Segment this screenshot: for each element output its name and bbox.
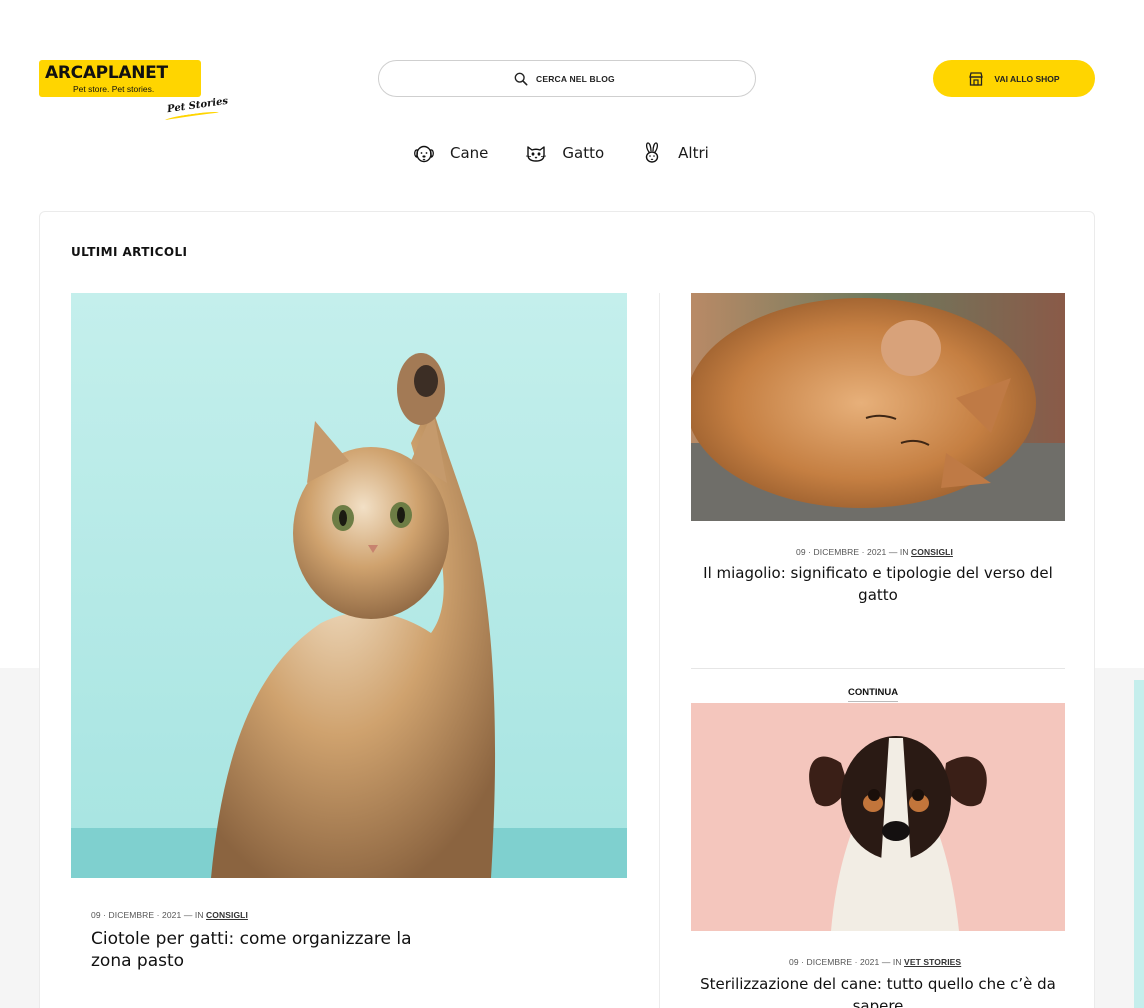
decorative-strip [1134,680,1144,1008]
article-image-sleeping-cat[interactable] [691,293,1065,521]
nav-label-altri: Altri [678,144,709,162]
rabbit-icon [645,142,659,163]
go-to-shop-button[interactable]: VAI ALLO SHOP [933,60,1095,97]
article-date: 09 · DICEMBRE · 2021 [91,910,182,920]
article-title[interactable]: Il miagolio: significato e tipologie del… [700,562,1056,606]
cat-icon [526,146,547,162]
article-image-kitten[interactable] [71,293,627,878]
article-category-link[interactable]: VET STORIES [904,957,961,967]
shop-button-label: VAI ALLO SHOP [994,73,1060,84]
search-icon [514,72,528,85]
article-in: — IN [183,910,204,920]
shop-icon [969,71,984,86]
section-title: ULTIMI ARTICOLI [71,245,188,259]
search-input[interactable] [536,73,620,84]
article-date: 09 · DICEMBRE · 2021 [796,547,887,557]
article-title[interactable]: Ciotole per gatti: come organizzare la z… [91,928,431,972]
continua-button[interactable]: CONTINUA [848,687,899,702]
nav-label-gatto: Gatto [562,144,605,162]
logo-brand: ARCAPLANET [45,63,168,83]
article-meta: 09 · DICEMBRE · 2021 — IN CONSIGLI [91,910,248,920]
blog-search[interactable] [378,60,756,97]
dog-icon [414,145,434,163]
logo-tagline: Pet store. Pet stories. [73,84,155,94]
article-date: 09 · DICEMBRE · 2021 [789,957,880,967]
article-title[interactable]: Sterilizzazione del cane: tutto quello c… [700,973,1056,1008]
article-meta: 09 · DICEMBRE · 2021 — IN VET STORIES [789,957,961,967]
article-in: — IN [888,547,909,557]
logo-badge: ARCAPLANET Pet store. Pet stories. [39,60,201,97]
category-nav: Cane Gatto Altri [412,139,709,167]
column-divider [659,293,660,1008]
nav-item-cane[interactable]: Cane [412,141,488,165]
article-category-link[interactable]: CONSIGLI [911,547,953,557]
article-in: — IN [881,957,902,967]
article-meta: 09 · DICEMBRE · 2021 — IN CONSIGLI [796,547,953,557]
nav-item-altri[interactable]: Altri [640,141,709,165]
nav-label-cane: Cane [450,144,489,162]
article-category-link[interactable]: CONSIGLI [206,910,248,920]
article-image-dog[interactable] [691,703,1065,931]
arcaplanet-logo[interactable]: ARCAPLANET Pet store. Pet stories. Pet S… [39,60,229,124]
row-divider [691,668,1065,669]
nav-item-gatto[interactable]: Gatto [524,141,604,165]
